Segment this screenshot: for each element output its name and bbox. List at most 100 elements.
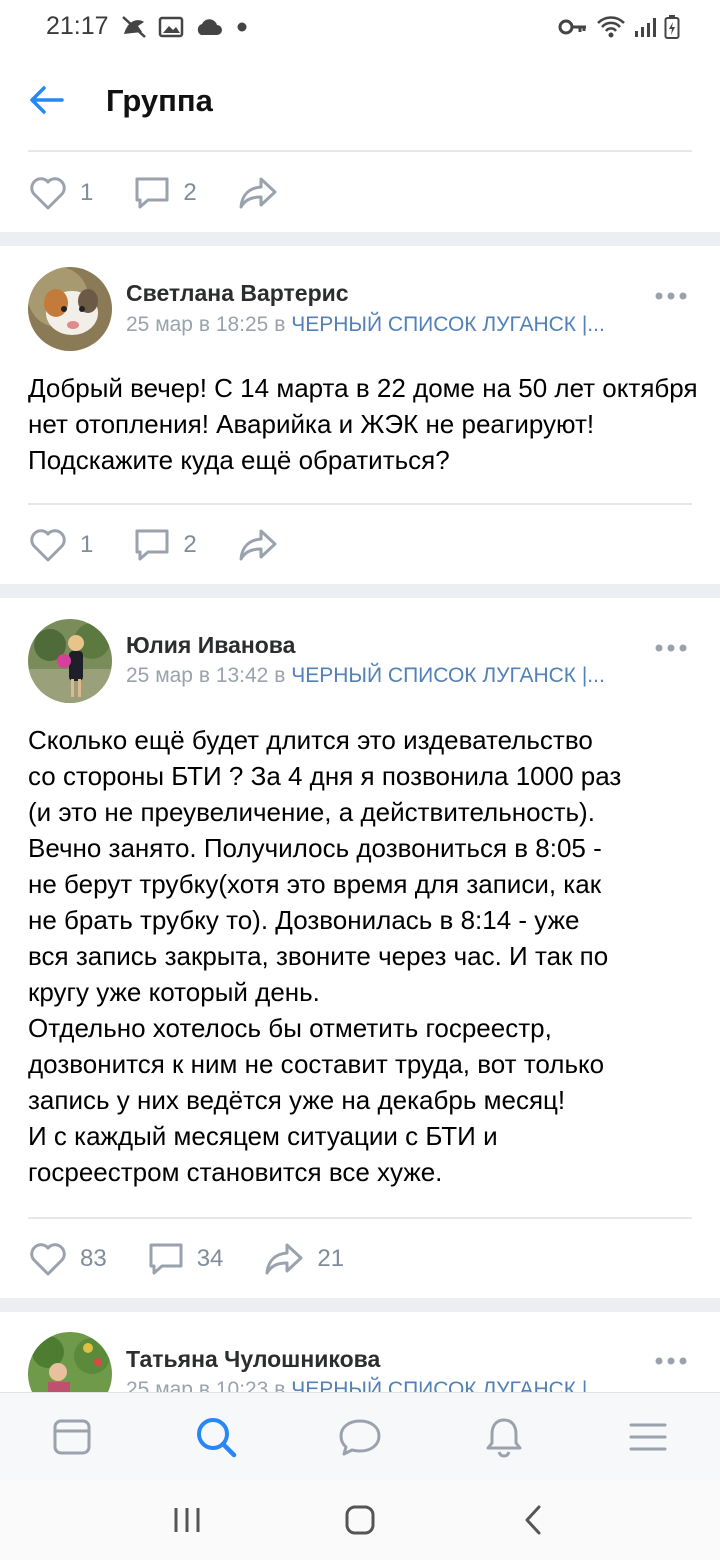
home-icon bbox=[345, 1505, 375, 1535]
text-line: не берут трубку(хотя это время для запис… bbox=[28, 869, 602, 899]
post-time: 25 мар в 10:23 в bbox=[126, 1378, 292, 1392]
key-icon bbox=[558, 19, 586, 35]
menu-tab-icon bbox=[629, 1423, 667, 1450]
share-button[interactable] bbox=[237, 175, 279, 211]
post-divider bbox=[28, 1217, 692, 1219]
post-time: 25 мар в 13:42 в bbox=[126, 664, 292, 687]
post-text: Сколько ещё будет длится это издевательс… bbox=[28, 722, 698, 1190]
back-button[interactable] bbox=[24, 78, 68, 122]
recents-button[interactable] bbox=[147, 1490, 227, 1550]
post-time: 25 мар в 18:25 в bbox=[126, 313, 292, 336]
wifi-icon bbox=[597, 16, 625, 38]
avatar[interactable] bbox=[28, 619, 112, 703]
back-arrow-icon bbox=[30, 86, 64, 114]
text-line: Сколько ещё будет длится это издевательс… bbox=[28, 725, 593, 755]
post-author[interactable]: Татьяна Чулошникова bbox=[126, 1346, 380, 1373]
more-options-button[interactable] bbox=[654, 638, 688, 658]
more-options-button[interactable] bbox=[654, 286, 688, 306]
text-line: госреестром становится все хуже. bbox=[28, 1157, 443, 1187]
comment-count: 34 bbox=[196, 1245, 224, 1272]
home-button[interactable] bbox=[320, 1490, 400, 1550]
feed[interactable]: 1 2 Светлана Вартерис 25 мар в 18:25 в Ч… bbox=[0, 148, 720, 1392]
share-button[interactable]: 21 bbox=[263, 1241, 344, 1277]
comment-icon bbox=[149, 1243, 183, 1275]
tab-messages[interactable] bbox=[315, 1402, 405, 1472]
comment-count: 2 bbox=[183, 179, 197, 206]
like-count: 1 bbox=[80, 179, 94, 206]
post-author[interactable]: Юлия Иванова bbox=[126, 632, 295, 659]
text-line: не брать трубку то). Дозвонилась в 8:14 … bbox=[28, 905, 580, 935]
post-actions: 83 34 21 bbox=[28, 1234, 384, 1284]
comment-button[interactable]: 34 bbox=[147, 1241, 224, 1277]
post-separator bbox=[0, 1298, 720, 1312]
messages-tab-icon bbox=[339, 1419, 381, 1455]
comment-count: 2 bbox=[183, 531, 197, 558]
status-time: 21:17 bbox=[46, 12, 109, 40]
chevron-left-icon bbox=[525, 1505, 541, 1535]
text-line: запись у них ведётся уже на декабрь меся… bbox=[28, 1085, 566, 1115]
text-line: Отдельно хотелось бы отметить госреестр, bbox=[28, 1013, 552, 1043]
post-meta: 25 мар в 13:42 в ЧЕРНЫЙ СПИСОК ЛУГАНСК |… bbox=[126, 664, 605, 688]
share-icon bbox=[239, 177, 277, 209]
post-actions: 1 2 bbox=[28, 168, 319, 218]
post-meta: 25 мар в 10:23 в ЧЕРНЫЙ СПИСОК ЛУГАНСК | bbox=[126, 1378, 587, 1392]
group-link[interactable]: ЧЕРНЫЙ СПИСОК ЛУГАНСК | bbox=[291, 1378, 587, 1392]
like-count: 83 bbox=[80, 1245, 107, 1272]
text-line: Вечно занято. Получилось дозвониться в 8… bbox=[28, 833, 602, 863]
like-button[interactable]: 1 bbox=[28, 175, 93, 211]
flowers-avatar-image bbox=[28, 1332, 112, 1392]
avatar[interactable] bbox=[28, 1332, 112, 1392]
text-line: кругу уже который день. bbox=[28, 977, 320, 1007]
tab-notifications[interactable] bbox=[459, 1402, 549, 1472]
share-count: 21 bbox=[317, 1245, 345, 1272]
heart-icon bbox=[30, 529, 66, 562]
post-separator bbox=[0, 232, 720, 246]
group-link[interactable]: ЧЕРНЫЙ СПИСОК ЛУГАНСК |... bbox=[291, 313, 605, 336]
more-dots-icon bbox=[655, 292, 687, 300]
post-separator bbox=[0, 584, 720, 598]
system-back-button[interactable] bbox=[493, 1490, 573, 1550]
image-icon bbox=[158, 16, 184, 38]
avatar[interactable] bbox=[28, 267, 112, 351]
status-right-icons bbox=[558, 14, 680, 40]
signal-icon bbox=[635, 18, 656, 37]
comment-button[interactable]: 2 bbox=[133, 527, 197, 563]
post-divider bbox=[28, 503, 692, 505]
text-line: И с каждый месяцем ситуации с БТИ и bbox=[28, 1121, 498, 1151]
like-button[interactable]: 83 bbox=[28, 1241, 107, 1277]
comment-icon bbox=[135, 177, 169, 209]
heart-icon bbox=[30, 177, 66, 210]
status-left-icons bbox=[120, 14, 250, 40]
more-dots-icon bbox=[655, 1357, 687, 1365]
comment-button[interactable]: 2 bbox=[133, 175, 197, 211]
recents-icon bbox=[174, 1508, 200, 1532]
woman-avatar-image bbox=[28, 619, 112, 703]
share-icon bbox=[265, 1243, 303, 1275]
bottom-tab-bar bbox=[0, 1392, 720, 1480]
cloud-icon bbox=[197, 19, 222, 35]
post-author[interactable]: Светлана Вартерис bbox=[126, 280, 349, 307]
post-divider bbox=[28, 150, 692, 152]
search-tab-icon bbox=[197, 1417, 237, 1457]
no-disturb-icon bbox=[122, 16, 146, 38]
heart-icon bbox=[30, 1243, 66, 1276]
group-link[interactable]: ЧЕРНЫЙ СПИСОК ЛУГАНСК |... bbox=[291, 664, 605, 687]
comment-icon bbox=[135, 529, 169, 561]
post-text: Добрый вечер! С 14 марта в 22 доме на 50… bbox=[28, 373, 698, 475]
battery-icon bbox=[664, 15, 680, 39]
share-icon bbox=[239, 529, 277, 561]
tab-news[interactable] bbox=[27, 1402, 117, 1472]
share-button[interactable] bbox=[237, 527, 279, 563]
text-line: (и это не преувеличение, а действительно… bbox=[28, 797, 595, 827]
like-button[interactable]: 1 bbox=[28, 527, 93, 563]
tab-menu[interactable] bbox=[603, 1402, 693, 1472]
dot-icon bbox=[237, 22, 247, 32]
system-nav-bar bbox=[0, 1480, 720, 1560]
more-dots-icon bbox=[655, 644, 687, 652]
tab-search[interactable] bbox=[171, 1402, 261, 1472]
status-bar: 21:17 bbox=[0, 0, 720, 56]
news-tab-icon bbox=[53, 1419, 91, 1454]
app-header: Группа bbox=[0, 56, 720, 148]
more-options-button[interactable] bbox=[654, 1351, 688, 1371]
cat-avatar-image bbox=[28, 267, 112, 351]
